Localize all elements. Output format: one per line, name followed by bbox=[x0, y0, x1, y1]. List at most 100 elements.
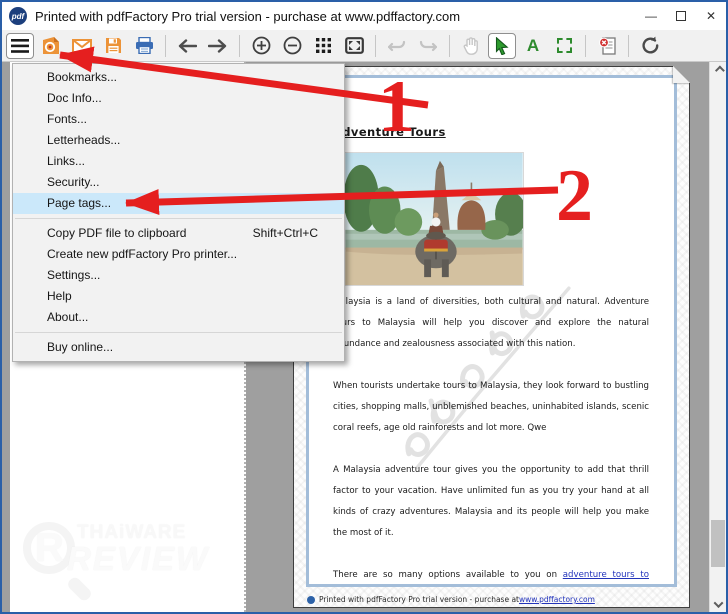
hand-icon bbox=[463, 36, 478, 55]
print-button[interactable] bbox=[130, 33, 158, 59]
title-bar: pdf Printed with pdfFactory Pro trial ve… bbox=[2, 2, 726, 30]
menu-item-doc-info[interactable]: Doc Info... bbox=[13, 88, 344, 109]
scrollbar-thumb[interactable] bbox=[711, 520, 725, 567]
window-title: Printed with pdfFactory Pro trial versio… bbox=[35, 8, 461, 24]
menu-item-label: Create new pdfFactory Pro printer... bbox=[47, 247, 238, 261]
pdffactory-logo-icon bbox=[43, 36, 59, 54]
close-button[interactable]: ✕ bbox=[696, 2, 726, 30]
arrow-left-icon bbox=[178, 38, 197, 53]
delete-page-icon bbox=[598, 36, 616, 55]
zoom-in-button[interactable] bbox=[247, 33, 275, 59]
menu-item-links[interactable]: Links... bbox=[13, 151, 344, 172]
undo-icon bbox=[388, 40, 406, 51]
select-tool-button[interactable] bbox=[488, 32, 516, 59]
fit-page-icon bbox=[344, 37, 364, 54]
envelope-icon bbox=[72, 38, 92, 53]
watermark-brand-bottom: REVIEW bbox=[67, 540, 210, 577]
previous-page-button[interactable] bbox=[173, 33, 201, 59]
pdffactory-app-icon: pdf bbox=[9, 7, 27, 25]
thaiware-review-watermark: R THAiWARE REVIEW bbox=[15, 510, 215, 605]
trial-footer: Printed with pdfFactory Pro trial versio… bbox=[307, 595, 595, 604]
hamburger-icon bbox=[11, 38, 29, 53]
elephant-photo bbox=[344, 152, 524, 286]
zoom-out-button[interactable] bbox=[278, 33, 306, 59]
chevron-down-icon bbox=[713, 597, 723, 608]
pdffactory-link[interactable]: www.pdffactory.com bbox=[519, 595, 595, 604]
redo-button[interactable] bbox=[414, 33, 442, 59]
menu-item-label: Buy online... bbox=[47, 340, 114, 354]
menu-item-label: Fonts... bbox=[47, 112, 88, 126]
app-window: pdf Printed with pdfFactory Pro trial ve… bbox=[0, 0, 728, 614]
menu-item-buy-online[interactable]: Buy online... bbox=[13, 337, 344, 358]
paragraph-1: Malaysia is a land of diversities, both … bbox=[333, 297, 649, 349]
menu-item-about[interactable]: About... bbox=[13, 307, 344, 328]
maximize-icon bbox=[676, 11, 686, 21]
printer-icon bbox=[135, 37, 153, 54]
menu-item-page-tags[interactable]: Page tags... bbox=[13, 193, 344, 214]
pdffactory-home-button[interactable] bbox=[37, 33, 65, 59]
fit-page-button[interactable] bbox=[340, 33, 368, 59]
toolbar-separator bbox=[375, 34, 376, 57]
grid-icon bbox=[315, 38, 331, 53]
maximize-button[interactable] bbox=[666, 2, 696, 30]
text-tool-button[interactable]: A bbox=[519, 33, 547, 59]
menu-item-letterheads[interactable]: Letterheads... bbox=[13, 130, 344, 151]
menu-item-label: Security... bbox=[47, 175, 100, 189]
paragraph-3: A Malaysia adventure tour gives you the … bbox=[333, 465, 649, 538]
scroll-down-button[interactable] bbox=[710, 596, 726, 612]
menu-item-label: Bookmarks... bbox=[47, 70, 118, 84]
toolbar-separator bbox=[628, 34, 629, 57]
paragraph-4: There are so many options available to y… bbox=[333, 565, 649, 584]
main-dropdown-menu: Bookmarks... Doc Info... Fonts... Letter… bbox=[12, 63, 345, 362]
menu-shortcut: Shift+Ctrl+C bbox=[252, 226, 318, 240]
viewer-area: R THAiWARE REVIEW Adventure Tours Malays… bbox=[2, 62, 726, 612]
text-tool-icon: A bbox=[526, 36, 540, 55]
delete-page-button[interactable] bbox=[593, 33, 621, 59]
pdffactory-dot-icon bbox=[307, 595, 315, 604]
chevron-up-icon bbox=[714, 65, 725, 75]
thumbnail-view-button[interactable] bbox=[309, 33, 337, 59]
refresh-icon bbox=[641, 36, 658, 54]
menu-separator bbox=[15, 218, 342, 219]
toolbar-separator bbox=[585, 34, 586, 57]
region-select-button[interactable] bbox=[550, 33, 578, 59]
refresh-button[interactable] bbox=[636, 33, 664, 59]
zoom-in-icon bbox=[252, 36, 270, 55]
toolbar-separator bbox=[449, 34, 450, 57]
email-pdf-button[interactable] bbox=[68, 33, 96, 59]
zoom-out-icon bbox=[283, 36, 301, 55]
magnifier-handle-icon bbox=[65, 575, 94, 603]
dashed-selection-icon bbox=[556, 38, 572, 53]
menu-item-label: Letterheads... bbox=[47, 133, 121, 147]
menu-item-copy-pdf[interactable]: Copy PDF file to clipboard Shift+Ctrl+C bbox=[13, 223, 344, 244]
minimize-button[interactable]: — bbox=[636, 2, 666, 30]
menu-item-label: Page tags... bbox=[47, 196, 112, 210]
hand-tool-button[interactable] bbox=[457, 33, 485, 59]
arrow-right-icon bbox=[208, 38, 227, 53]
menu-item-help[interactable]: Help bbox=[13, 286, 344, 307]
toolbar: A bbox=[2, 30, 726, 62]
menu-item-bookmarks[interactable]: Bookmarks... bbox=[13, 67, 344, 88]
menu-item-fonts[interactable]: Fonts... bbox=[13, 109, 344, 130]
menu-item-label: Links... bbox=[47, 154, 86, 168]
undo-button[interactable] bbox=[383, 33, 411, 59]
menu-item-label: Settings... bbox=[47, 268, 101, 282]
document-body: Adventure Tours Malaysia is a land of di… bbox=[309, 124, 674, 584]
window-controls: — ✕ bbox=[636, 2, 726, 30]
menu-item-settings[interactable]: Settings... bbox=[13, 265, 344, 286]
menu-item-create-printer[interactable]: Create new pdfFactory Pro printer... bbox=[13, 244, 344, 265]
next-page-button[interactable] bbox=[204, 33, 232, 59]
menu-separator bbox=[15, 332, 342, 333]
menu-item-security[interactable]: Security... bbox=[13, 172, 344, 193]
trial-footer-text: Printed with pdfFactory Pro trial versio… bbox=[319, 595, 519, 604]
page-border-frame: Adventure Tours Malaysia is a land of di… bbox=[306, 75, 677, 587]
document-title: Adventure Tours bbox=[333, 125, 446, 139]
menu-item-label: About... bbox=[47, 310, 89, 324]
document-page[interactable]: Adventure Tours Malaysia is a land of di… bbox=[293, 66, 690, 608]
toolbar-separator bbox=[165, 34, 166, 57]
main-menu-button[interactable] bbox=[6, 32, 34, 59]
save-pdf-button[interactable] bbox=[99, 33, 127, 59]
menu-item-label: Help bbox=[47, 289, 72, 303]
vertical-scrollbar[interactable] bbox=[709, 62, 726, 612]
scroll-up-button[interactable] bbox=[710, 62, 726, 78]
